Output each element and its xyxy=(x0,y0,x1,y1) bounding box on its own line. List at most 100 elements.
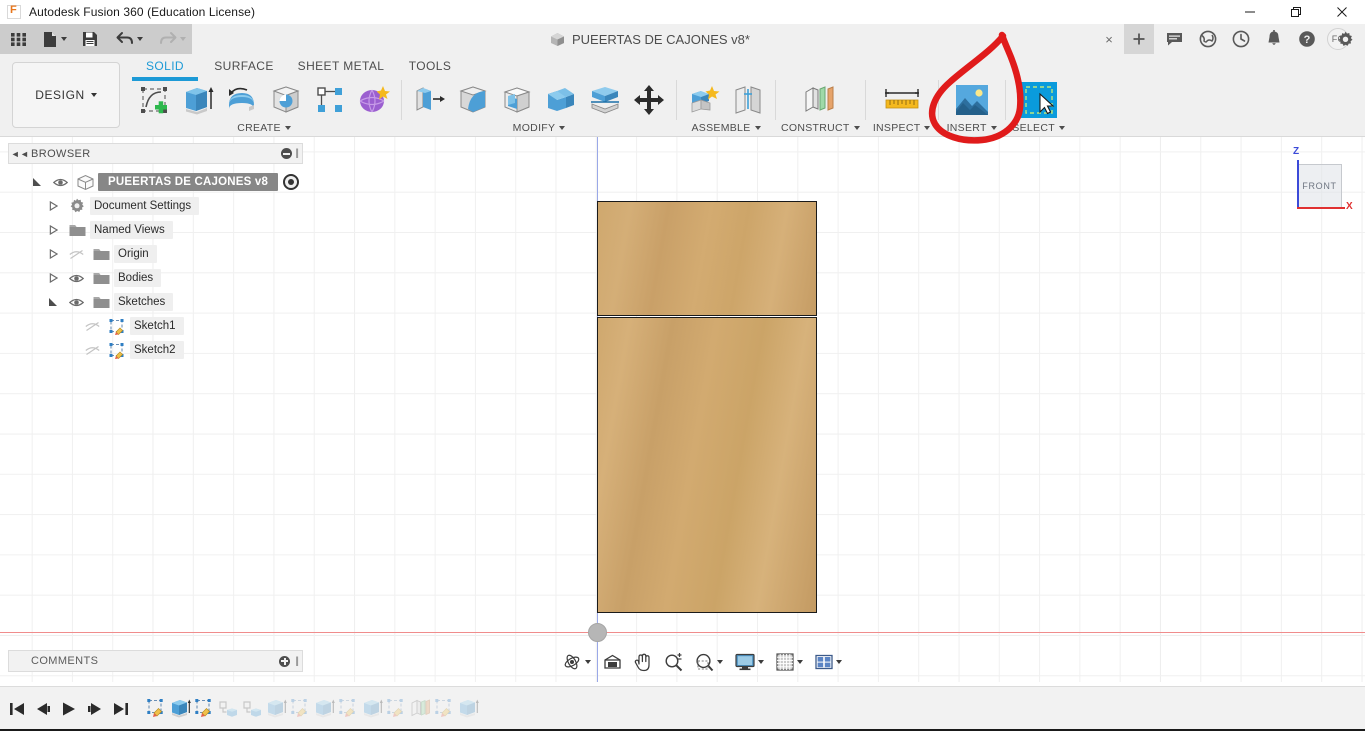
pan-button[interactable] xyxy=(631,650,655,674)
visibility-eye-hidden-icon[interactable] xyxy=(64,249,88,260)
timeline-go-end-button[interactable] xyxy=(108,695,134,723)
move-copy-button[interactable] xyxy=(627,80,671,120)
ribbon-group-label-insert[interactable]: INSERT xyxy=(947,122,997,134)
help-icon[interactable]: ? xyxy=(1290,24,1323,54)
add-comment-icon[interactable] xyxy=(279,655,291,667)
expander-closed-icon[interactable] xyxy=(42,225,64,235)
notifications-icon[interactable] xyxy=(1257,24,1290,54)
timeline-feature-sketch3[interactable] xyxy=(288,695,312,721)
timeline-feature-extrude5[interactable] xyxy=(456,695,480,721)
close-document-tab-button[interactable]: × xyxy=(1100,24,1118,54)
app-grid-button[interactable] xyxy=(6,24,31,54)
close-button[interactable] xyxy=(1319,0,1365,24)
construct-plane-button[interactable] xyxy=(792,80,848,120)
fillet-button[interactable] xyxy=(451,80,495,120)
document-tab[interactable]: PUEERTAS DE CAJONES v8* xyxy=(540,24,760,54)
timeline-step-back-button[interactable] xyxy=(30,695,56,723)
timeline-feature-sketch2[interactable] xyxy=(192,695,216,721)
tab-tools[interactable]: TOOLS xyxy=(394,54,466,76)
ribbon-group-label-construct[interactable]: CONSTRUCT xyxy=(781,122,860,134)
orbit-button[interactable] xyxy=(560,650,594,674)
timeline-feature-sketch6[interactable] xyxy=(432,695,456,721)
tab-surface[interactable]: SURFACE xyxy=(200,54,288,76)
shell-button[interactable] xyxy=(495,80,539,120)
minimize-button[interactable] xyxy=(1227,0,1273,24)
expander-closed-icon[interactable] xyxy=(42,249,64,259)
ribbon-group-label-assemble[interactable]: ASSEMBLE xyxy=(691,122,761,134)
comments-icon[interactable] xyxy=(1158,24,1191,54)
timeline-feature-component1[interactable] xyxy=(216,695,240,721)
tree-item-sketches[interactable]: Sketches xyxy=(8,290,303,314)
timeline-step-forward-button[interactable] xyxy=(82,695,108,723)
timeline-go-start-button[interactable] xyxy=(4,695,30,723)
tree-item-sketch2[interactable]: Sketch2 xyxy=(8,338,303,362)
tree-item-named-views[interactable]: Named Views xyxy=(8,218,303,242)
revolve-button[interactable] xyxy=(220,80,264,120)
tab-sheet-metal[interactable]: SHEET METAL xyxy=(288,54,394,76)
viewports-button[interactable] xyxy=(812,650,845,674)
tree-item-origin[interactable]: Origin xyxy=(8,242,303,266)
body-drawer-front-upper[interactable] xyxy=(597,201,817,316)
split-face-button[interactable] xyxy=(583,80,627,120)
expander-closed-icon[interactable] xyxy=(42,201,64,211)
press-pull-button[interactable] xyxy=(407,80,451,120)
restore-button[interactable] xyxy=(1273,0,1319,24)
visibility-eye-hidden-icon[interactable] xyxy=(80,321,104,332)
timeline-feature-extrude3[interactable] xyxy=(312,695,336,721)
display-settings-button[interactable] xyxy=(732,650,767,674)
browser-minimize-icon[interactable] xyxy=(281,148,293,159)
new-document-tab-button[interactable] xyxy=(1124,24,1154,54)
ribbon-group-label-create[interactable]: CREATE xyxy=(237,122,291,134)
timeline-track[interactable] xyxy=(144,695,480,723)
extrude-button[interactable] xyxy=(176,80,220,120)
ribbon-group-label-modify[interactable]: MODIFY xyxy=(513,122,566,134)
joint-button[interactable] xyxy=(726,80,770,120)
timeline-feature-extrude2[interactable] xyxy=(264,695,288,721)
comments-panel[interactable]: COMMENTS ||| xyxy=(8,650,303,672)
ribbon-group-label-select[interactable]: SELECT xyxy=(1012,122,1065,134)
new-file-button[interactable] xyxy=(39,24,71,54)
ribbon-group-label-inspect[interactable]: INSPECT xyxy=(873,122,931,134)
app-settings-icon[interactable] xyxy=(1333,24,1357,54)
timeline-feature-sketch5[interactable] xyxy=(384,695,408,721)
visibility-eye-icon[interactable] xyxy=(64,273,88,284)
activate-component-radio[interactable] xyxy=(283,174,300,190)
expander-open-icon[interactable] xyxy=(26,177,48,187)
insert-canvas-button[interactable] xyxy=(944,80,1000,120)
create-sketch-button[interactable] xyxy=(132,80,176,120)
body-drawer-front-lower[interactable] xyxy=(597,317,817,613)
timeline-feature-component2[interactable] xyxy=(240,695,264,721)
timeline-feature-extrude4[interactable] xyxy=(360,695,384,721)
timeline-feature-extrude1[interactable] xyxy=(168,695,192,721)
tree-item-root[interactable]: PUEERTAS DE CAJONES v8 xyxy=(8,170,303,194)
redo-button[interactable] xyxy=(155,24,190,54)
world-icon[interactable] xyxy=(1191,24,1224,54)
timeline-feature-sketch1[interactable] xyxy=(144,695,168,721)
comments-grip-icon[interactable]: ||| xyxy=(290,656,302,667)
pattern-button[interactable] xyxy=(308,80,352,120)
browser-grip-icon[interactable]: ||| xyxy=(295,148,299,159)
expander-open-icon[interactable] xyxy=(42,297,64,307)
zoom-button[interactable] xyxy=(661,650,686,674)
look-at-button[interactable] xyxy=(600,650,625,674)
visibility-eye-icon[interactable] xyxy=(64,297,88,308)
tree-item-document-settings[interactable]: Document Settings xyxy=(8,194,303,218)
expander-closed-icon[interactable] xyxy=(42,273,64,283)
tree-item-bodies[interactable]: Bodies xyxy=(8,266,303,290)
measure-button[interactable] xyxy=(871,80,933,120)
create-form-button[interactable] xyxy=(352,80,396,120)
view-cube-front-face[interactable]: FRONT xyxy=(1297,164,1342,208)
zoom-window-button[interactable] xyxy=(692,650,726,674)
select-button[interactable] xyxy=(1011,80,1067,120)
history-icon[interactable] xyxy=(1224,24,1257,54)
save-button[interactable] xyxy=(78,24,102,54)
timeline-play-button[interactable] xyxy=(56,695,82,723)
visibility-eye-hidden-icon[interactable] xyxy=(80,345,104,356)
undo-button[interactable] xyxy=(112,24,147,54)
visibility-eye-icon[interactable] xyxy=(48,177,72,188)
grid-snaps-button[interactable] xyxy=(773,650,806,674)
combine-button[interactable] xyxy=(539,80,583,120)
double-chevron-left-icon[interactable]: ◄◄ xyxy=(9,149,31,159)
origin-point-icon[interactable] xyxy=(588,623,607,642)
view-cube[interactable]: FRONT Z X xyxy=(1288,145,1360,217)
